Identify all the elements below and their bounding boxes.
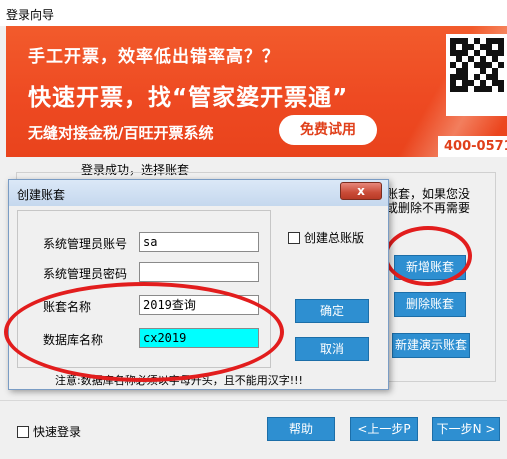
hotline-number: 400-0571 [438,136,507,157]
qr-code-icon [446,34,507,116]
create-general-ledger-checkbox[interactable] [288,231,300,244]
create-general-ledger-label: 创建总账版 [304,231,365,245]
ok-button[interactable]: 确定 [295,299,369,323]
new-demo-account-button[interactable]: 新建演示账套 [392,333,470,358]
admin-password-input[interactable] [139,262,259,282]
help-note: 账套，如果您没 或删除不再需要 [386,187,470,215]
cancel-button[interactable]: 取消 [295,337,369,361]
quick-login-label: 快速登录 [33,425,82,439]
title-bar: 登录向导 [0,0,507,26]
bottom-bar: 快速登录 帮助 <上一步P 下一步N > [0,400,507,459]
create-general-ledger-option[interactable]: 创建总账版 [288,229,364,246]
admin-password-label: 系统管理员密码 [43,267,128,281]
ad-banner[interactable]: 手工开票，效率低出错率高？？ 快速开票，找“管家婆开票通” 无缝对接金税/百旺开… [6,26,507,157]
help-note-line-1: 账套，如果您没 [386,187,471,201]
help-note-line-2: 或删除不再需要 [386,201,471,215]
dialog-title-bar[interactable]: 创建账套 x [9,180,388,206]
highlight-circle-fields [4,282,284,382]
admin-account-label: 系统管理员账号 [43,237,128,251]
next-step-button[interactable]: 下一步N > [432,417,500,441]
banner-headline-2: 快速开票，找“管家婆开票通” [28,85,349,111]
dialog-title: 创建账套 [17,188,66,202]
quick-login-option[interactable]: 快速登录 [17,423,81,440]
free-trial-button[interactable]: 免费试用 [279,115,377,145]
help-button[interactable]: 帮助 [267,417,335,441]
banner-headline-1: 手工开票，效率低出错率高？？ [28,47,280,67]
window-title: 登录向导 [6,8,55,22]
admin-account-input[interactable]: sa [139,232,259,252]
quick-login-checkbox[interactable] [17,425,29,438]
highlight-circle-new-account [384,226,472,286]
previous-step-button[interactable]: <上一步P [350,417,418,441]
dialog-close-button[interactable]: x [340,182,382,200]
delete-account-button[interactable]: 删除账套 [394,292,466,317]
banner-subline: 无缝对接金税/百旺开票系统 [28,124,214,142]
